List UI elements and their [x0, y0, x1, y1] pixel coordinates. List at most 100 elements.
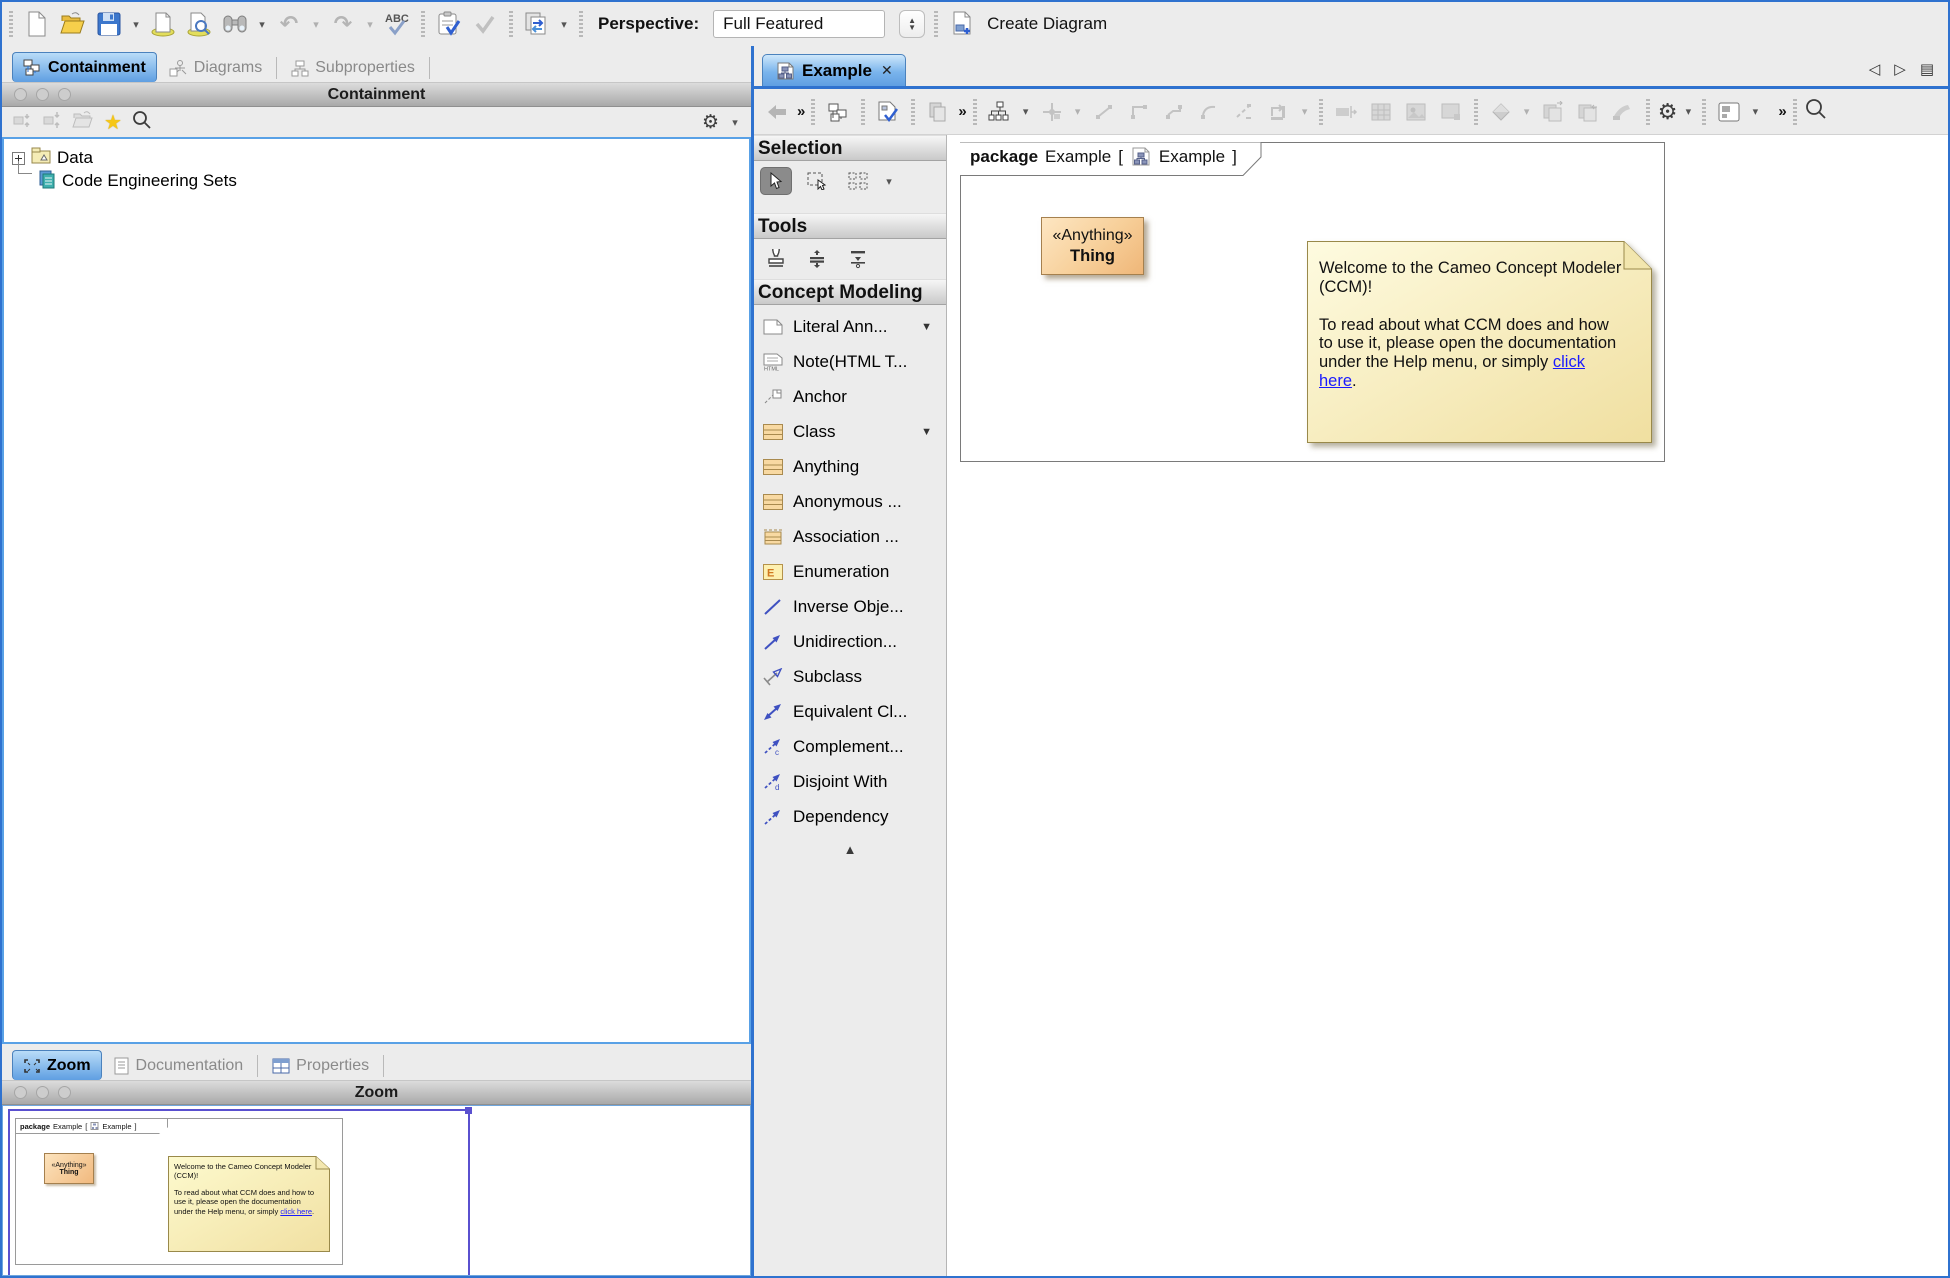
- palette-item-disjoint-with[interactable]: d Disjoint With: [754, 764, 946, 799]
- open-project-icon[interactable]: [58, 9, 88, 39]
- toolbar-grip: [1474, 99, 1478, 125]
- tab-properties[interactable]: Properties: [262, 1052, 379, 1080]
- select-tool-button[interactable]: [760, 167, 792, 195]
- perspective-stepper[interactable]: ▲▼: [899, 10, 925, 38]
- tab-label: Example: [802, 61, 872, 81]
- line-rectilinear-icon: [1124, 97, 1154, 127]
- prev-tab-icon[interactable]: ◁: [1869, 60, 1881, 78]
- close-tab-icon[interactable]: ✕: [881, 62, 893, 79]
- palette-item-subclass[interactable]: Subclass: [754, 659, 946, 694]
- multi-select-button[interactable]: [842, 167, 874, 195]
- palette-item-anything[interactable]: Anything: [754, 449, 946, 484]
- svg-text:d: d: [775, 783, 779, 791]
- tree-item-code-engineering-sets[interactable]: Code Engineering Sets: [38, 168, 237, 194]
- overflow-icon[interactable]: »: [958, 103, 964, 120]
- layout-hierarchy-icon[interactable]: [985, 97, 1015, 127]
- palette-item-literal-annotation[interactable]: Literal Ann... ▼: [754, 309, 946, 344]
- frame-diagram-icon: [1130, 147, 1152, 167]
- palette-item-label: Class: [793, 422, 836, 442]
- search-icon[interactable]: [132, 110, 152, 135]
- tab-containment[interactable]: Containment: [12, 52, 157, 82]
- import-export-icon[interactable]: [522, 9, 552, 39]
- related-elements-icon: [1037, 97, 1067, 127]
- tab-zoom[interactable]: Zoom: [12, 1050, 102, 1080]
- tab-label: Documentation: [136, 1057, 244, 1075]
- validate-diagram-icon[interactable]: [873, 97, 903, 127]
- palette-item-dependency[interactable]: Dependency: [754, 799, 946, 834]
- thing-stereotype: «Anything»: [1052, 227, 1132, 245]
- anything-thing-node[interactable]: «Anything» Thing: [1041, 217, 1144, 275]
- zoom-search-icon[interactable]: [1805, 98, 1827, 125]
- print-preview-icon[interactable]: [184, 9, 214, 39]
- palette-item-unidirectional[interactable]: Unidirection...: [754, 624, 946, 659]
- chevron-down-icon[interactable]: ▼: [921, 426, 932, 438]
- zoom-tab-icon: [23, 1058, 41, 1074]
- palette-item-label: Literal Ann...: [793, 317, 888, 337]
- toolbar-grip: [579, 11, 583, 37]
- find-icon[interactable]: [220, 9, 250, 39]
- palette-item-class[interactable]: Class ▼: [754, 414, 946, 449]
- perspective-select[interactable]: Full Featured: [713, 10, 885, 38]
- palette-item-association-class[interactable]: Association ...: [754, 519, 946, 554]
- welcome-note[interactable]: Welcome to the Cameo Concept Modeler (CC…: [1307, 241, 1652, 443]
- favorites-icon[interactable]: ★: [104, 110, 122, 135]
- spelling-icon[interactable]: ABC: [382, 9, 412, 39]
- create-diagram-icon[interactable]: [947, 9, 977, 39]
- tab-list-icon[interactable]: ▤: [1920, 60, 1934, 78]
- tab-diagrams[interactable]: Diagrams: [159, 54, 272, 82]
- validation-icon[interactable]: [434, 9, 464, 39]
- new-project-icon[interactable]: [22, 9, 52, 39]
- mini-click-here-link[interactable]: click here: [280, 1207, 312, 1216]
- viewport-handle[interactable]: [465, 1107, 472, 1114]
- distribute-vertical-button[interactable]: [801, 245, 833, 273]
- selection-dropdown-icon[interactable]: ▾: [883, 175, 895, 188]
- save-icon[interactable]: [94, 9, 124, 39]
- tab-subproperties[interactable]: Subproperties: [281, 54, 425, 82]
- palette-item-anonymous[interactable]: Anonymous ...: [754, 484, 946, 519]
- diagram-settings-icon[interactable]: ⚙: [1658, 99, 1678, 125]
- panel-settings-icon[interactable]: ⚙: [702, 111, 719, 134]
- palette-item-note-html[interactable]: HTML Note(HTML T...: [754, 344, 946, 379]
- marquee-select-button[interactable]: [801, 167, 833, 195]
- palette-item-complement-of[interactable]: c Complement...: [754, 729, 946, 764]
- line-icon: [762, 598, 784, 616]
- create-diagram-button[interactable]: Create Diagram: [987, 14, 1107, 34]
- palette-item-equivalent-class[interactable]: Equivalent Cl...: [754, 694, 946, 729]
- zoom-preview[interactable]: package Example [ Example ] «Anything» T…: [2, 1105, 751, 1276]
- frame-name: Example: [1045, 147, 1111, 167]
- next-tab-icon[interactable]: ▷: [1894, 60, 1906, 78]
- layout-dropdown-icon[interactable]: ▾: [1020, 105, 1032, 118]
- show-containment-icon[interactable]: [823, 97, 853, 127]
- panel-settings-dropdown-icon[interactable]: ▾: [729, 116, 741, 129]
- tab-documentation[interactable]: Documentation: [104, 1052, 254, 1080]
- fill-color-icon: [1486, 97, 1516, 127]
- import-dropdown-icon[interactable]: ▾: [558, 18, 570, 31]
- containment-tree[interactable]: Data Code Engineering Sets: [2, 137, 751, 1044]
- save-dropdown-icon[interactable]: ▾: [130, 18, 142, 31]
- find-dropdown-icon[interactable]: ▾: [256, 18, 268, 31]
- palette-collapse-icon[interactable]: ▲: [754, 842, 946, 857]
- window-layout-dropdown-icon[interactable]: ▾: [1749, 105, 1761, 118]
- package-frame[interactable]: package Example [ Example ] «Anything»: [960, 142, 1665, 462]
- expand-all-icon: [42, 110, 62, 135]
- palette-item-anchor[interactable]: Anchor: [754, 379, 946, 414]
- palette-item-label: Anchor: [793, 387, 847, 407]
- tab-label: Properties: [296, 1057, 369, 1075]
- palette-item-label: Enumeration: [793, 562, 889, 582]
- copy-format-icon: [1538, 97, 1568, 127]
- chevron-down-icon[interactable]: ▼: [921, 321, 932, 333]
- print-icon[interactable]: [148, 9, 178, 39]
- palette-item-enumeration[interactable]: E Enumeration: [754, 554, 946, 589]
- overflow-icon[interactable]: »: [797, 103, 803, 120]
- tab-example-diagram[interactable]: Example ✕: [762, 54, 906, 86]
- window-layout-icon[interactable]: [1714, 97, 1744, 127]
- settings-dropdown-icon[interactable]: ▾: [1682, 105, 1694, 118]
- svg-text:c: c: [775, 748, 779, 756]
- overflow-icon[interactable]: »: [1778, 103, 1784, 120]
- stamp-tool-button[interactable]: [760, 245, 792, 273]
- compress-vertical-button[interactable]: [842, 245, 874, 273]
- anchor-icon: [762, 389, 784, 405]
- diagram-canvas[interactable]: package Example [ Example ] «Anything»: [947, 135, 1948, 1276]
- palette-item-inverse-object-property[interactable]: Inverse Obje...: [754, 589, 946, 624]
- association-class-icon: [762, 529, 784, 545]
